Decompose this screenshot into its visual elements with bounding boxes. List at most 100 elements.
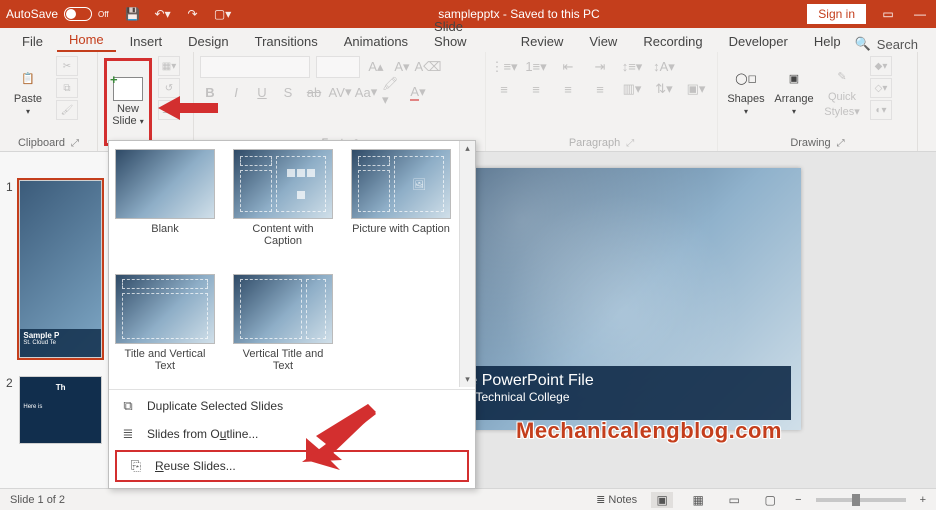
- text-shadow-button[interactable]: S: [278, 82, 298, 102]
- grow-font-button[interactable]: A▴: [366, 57, 386, 77]
- tab-animations[interactable]: Animations: [332, 30, 420, 52]
- layout-vertical-title-text[interactable]: Vertical Title and Text: [233, 274, 333, 385]
- text-direction-button[interactable]: ↕A▾: [652, 58, 676, 76]
- line-spacing-button[interactable]: ↕≡▾: [620, 58, 644, 76]
- dialog-launcher-icon[interactable]: ⤢: [71, 138, 79, 149]
- char-spacing-button[interactable]: AV▾: [330, 82, 350, 102]
- quick-styles-button[interactable]: ✎ Quick Styles▾: [820, 56, 864, 126]
- tab-home[interactable]: Home: [57, 28, 116, 52]
- shrink-font-button[interactable]: A▾: [392, 57, 412, 77]
- zoom-in-button[interactable]: +: [920, 494, 926, 506]
- sorter-view-button[interactable]: ▦: [687, 492, 709, 508]
- layout-picture-caption[interactable]: 🖼 Picture with Caption: [351, 149, 451, 260]
- tab-search[interactable]: 🔍 Search: [855, 36, 936, 52]
- reading-view-button[interactable]: ▭: [723, 492, 745, 508]
- dialog-launcher-icon[interactable]: ⤢: [837, 138, 845, 149]
- highlight-button[interactable]: 🖍▾: [382, 82, 402, 102]
- align-center-button[interactable]: ≡: [524, 80, 548, 98]
- undo-icon[interactable]: ↶▾: [155, 6, 171, 22]
- clipboard-icon: 📋: [14, 67, 42, 91]
- tab-help[interactable]: Help: [802, 30, 853, 52]
- new-slide-button[interactable]: New Slide ▾: [104, 58, 152, 146]
- layout-button[interactable]: ▦▾: [158, 56, 180, 76]
- thumbnail-1[interactable]: 1 Sample P St. Cloud Te: [6, 180, 102, 358]
- ribbon-display-icon[interactable]: ▭: [878, 6, 898, 22]
- change-case-button[interactable]: Aa▾: [356, 82, 376, 102]
- strikethrough-button[interactable]: ab: [304, 82, 324, 102]
- underline-button[interactable]: U: [252, 82, 272, 102]
- slideshow-view-button[interactable]: ▢: [759, 492, 781, 508]
- numbering-button[interactable]: 1≡▾: [524, 58, 548, 76]
- normal-view-button[interactable]: ▣: [651, 492, 673, 508]
- redo-icon[interactable]: ↷: [185, 6, 201, 22]
- autosave-toggle[interactable]: AutoSave Off: [6, 7, 109, 21]
- gallery-scrollbar[interactable]: ▴▾: [459, 141, 475, 387]
- slides-from-outline-cmd[interactable]: ≣ Slides from Outline...: [109, 420, 475, 448]
- tab-transitions[interactable]: Transitions: [243, 30, 330, 52]
- chevron-down-icon: ▾: [792, 107, 796, 116]
- italic-button[interactable]: I: [226, 82, 246, 102]
- align-left-button[interactable]: ≡: [492, 80, 516, 98]
- cut-button[interactable]: ✂: [56, 56, 78, 76]
- tab-design[interactable]: Design: [176, 30, 240, 52]
- font-size-combo[interactable]: [316, 56, 360, 78]
- tab-file[interactable]: File: [10, 30, 55, 52]
- slide-thumbnails-panel[interactable]: 1 Sample P St. Cloud Te 2 Th Here is: [0, 152, 108, 492]
- indent-decrease-button[interactable]: ⇤: [556, 58, 580, 76]
- font-color-button[interactable]: A▾: [408, 82, 428, 102]
- thumbnail-image[interactable]: Sample P St. Cloud Te: [19, 180, 102, 358]
- smartart-button[interactable]: ▣▾: [684, 80, 708, 98]
- shapes-label: Shapes: [727, 93, 764, 105]
- align-right-button[interactable]: ≡: [556, 80, 580, 98]
- columns-button[interactable]: ▥▾: [620, 80, 644, 98]
- shapes-button[interactable]: ◯◻ Shapes ▾: [724, 56, 768, 126]
- sign-in-button[interactable]: Sign in: [807, 4, 866, 24]
- tab-developer[interactable]: Developer: [717, 30, 800, 52]
- save-icon[interactable]: 💾: [125, 6, 141, 22]
- zoom-out-button[interactable]: −: [795, 494, 801, 506]
- scroll-up-icon[interactable]: ▴: [465, 143, 470, 154]
- shape-fill-button[interactable]: ◆▾: [870, 56, 892, 76]
- thumbnail-2[interactable]: 2 Th Here is: [6, 376, 102, 444]
- layout-label: Content with Caption: [233, 223, 333, 247]
- notes-button[interactable]: ≣ Notes: [596, 493, 637, 506]
- outline-label: Slides from Outline...: [147, 427, 258, 441]
- dialog-launcher-icon[interactable]: ⤢: [626, 138, 634, 149]
- ribbon: 📋 Paste ▾ ✂ ⧉ 🖌 Clipboard ⤢ New Slide ▾ ▦…: [0, 52, 936, 152]
- toggle-off-icon[interactable]: [64, 7, 92, 21]
- thumbnail-image[interactable]: Th Here is: [19, 376, 102, 444]
- copy-button[interactable]: ⧉: [56, 78, 78, 98]
- layout-blank[interactable]: Blank: [115, 149, 215, 260]
- shape-effects-button[interactable]: ◐▾: [870, 100, 892, 120]
- thumbnail-number: 2: [6, 376, 15, 390]
- present-icon[interactable]: ▢▾: [215, 6, 231, 22]
- font-name-combo[interactable]: [200, 56, 310, 78]
- document-title: samplepptx - Saved to this PC: [231, 7, 808, 21]
- shapes-icon: ◯◻: [732, 67, 760, 91]
- clear-formatting-button[interactable]: A⌫: [418, 57, 438, 77]
- duplicate-slides-cmd[interactable]: ⧉ Duplicate Selected Slides: [109, 392, 475, 420]
- paste-button[interactable]: 📋 Paste ▾: [6, 56, 50, 126]
- justify-button[interactable]: ≡: [588, 80, 612, 98]
- indent-increase-button[interactable]: ⇥: [588, 58, 612, 76]
- tab-recording[interactable]: Recording: [631, 30, 714, 52]
- tab-view[interactable]: View: [577, 30, 629, 52]
- shape-outline-button[interactable]: ◇▾: [870, 78, 892, 98]
- bullets-button[interactable]: ⋮≡▾: [492, 58, 516, 76]
- reuse-slides-cmd[interactable]: ⎘ Reuse Slides...: [117, 452, 467, 480]
- tab-review[interactable]: Review: [509, 30, 576, 52]
- new-slide-icon: [113, 77, 143, 101]
- arrange-button[interactable]: ▣ Arrange ▾: [772, 56, 816, 126]
- tab-slideshow[interactable]: Slide Show: [422, 15, 507, 52]
- status-bar: Slide 1 of 2 ≣ Notes ▣ ▦ ▭ ▢ − +: [0, 488, 936, 510]
- align-text-button[interactable]: ⇅▾: [652, 80, 676, 98]
- layout-content-caption[interactable]: Content with Caption: [233, 149, 333, 260]
- group-clipboard-label: Clipboard: [18, 137, 65, 149]
- zoom-slider[interactable]: [816, 498, 906, 502]
- scroll-down-icon[interactable]: ▾: [465, 374, 470, 385]
- format-painter-button[interactable]: 🖌: [56, 100, 78, 120]
- tab-insert[interactable]: Insert: [118, 30, 175, 52]
- minimize-icon[interactable]: —: [910, 6, 930, 22]
- layout-title-vertical-text[interactable]: Title and Vertical Text: [115, 274, 215, 385]
- zoom-handle[interactable]: [852, 494, 860, 506]
